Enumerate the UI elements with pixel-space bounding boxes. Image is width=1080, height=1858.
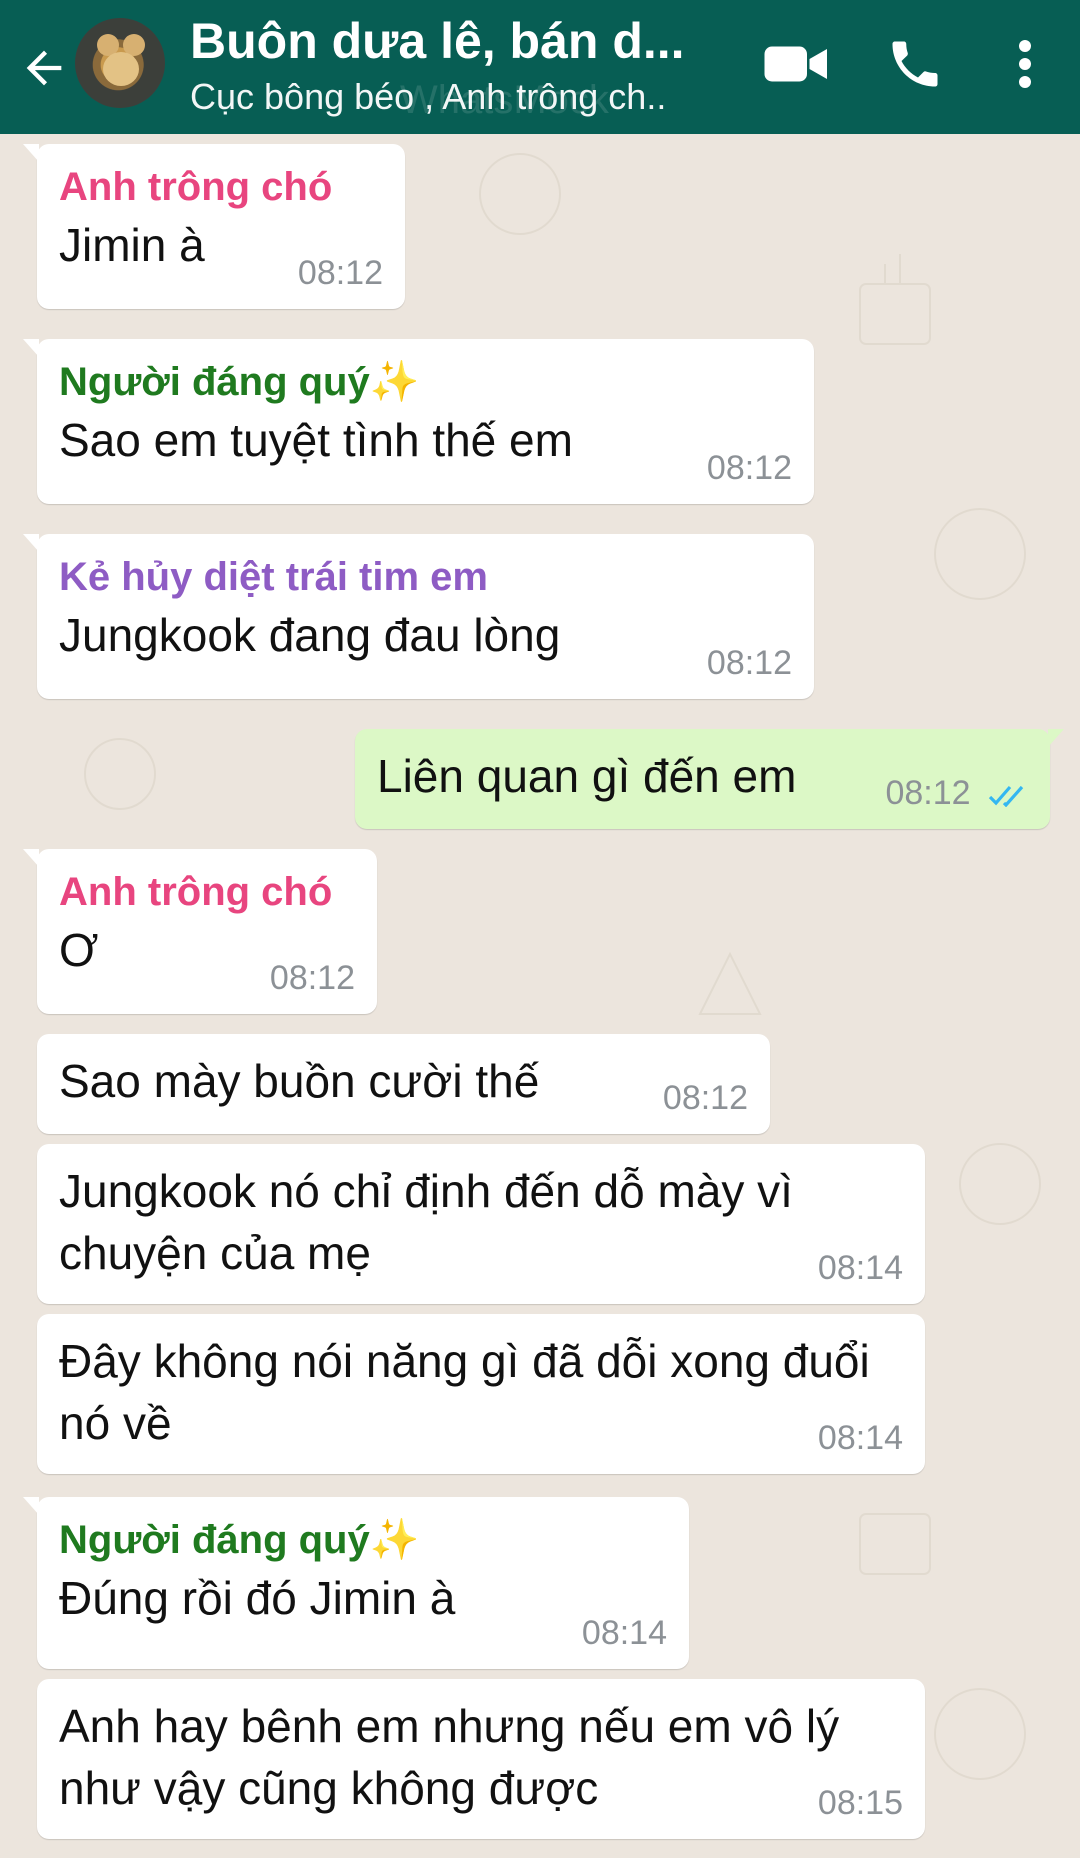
- message-time: 08:12: [269, 959, 355, 997]
- message-time-status: 08:12: [885, 774, 1028, 813]
- message-text: Sao em tuyệt tình thế em: [59, 414, 573, 466]
- message-bubble[interactable]: Sao mày buồn cười thế 08:12: [37, 1034, 770, 1134]
- message-bubble[interactable]: Người đáng quý✨ Sao em tuyệt tình thế em…: [23, 339, 814, 504]
- message-time: 08:12: [885, 774, 971, 812]
- message-time: 08:15: [817, 1784, 903, 1822]
- message-sender: Người đáng quý✨: [59, 360, 420, 404]
- message-bubble[interactable]: Kẻ hủy diệt trái tim em Jungkook đang đa…: [23, 534, 814, 699]
- message-bubble[interactable]: Anh trông chó Ơ 08:12: [23, 849, 377, 1014]
- message-bubble[interactable]: Đây không nói năng gì đã dỗi xong đuổi n…: [37, 1314, 925, 1474]
- message-bubble[interactable]: Anh hay bênh em nhưng nếu em vô lý như v…: [37, 1679, 925, 1839]
- more-options-icon[interactable]: [1010, 34, 1040, 94]
- message-time: 08:14: [581, 1614, 667, 1652]
- message-text: Jungkook nó chỉ định đến dỗ mày vì chuyệ…: [59, 1165, 793, 1279]
- message-bubble[interactable]: Người đáng quý✨ Đúng rồi đó Jimin à 08:1…: [23, 1497, 689, 1669]
- watermark: WhatsMock: [400, 78, 609, 122]
- chat-title[interactable]: Buôn dưa lê, bán d...: [190, 12, 685, 70]
- message-time: 08:12: [706, 449, 792, 487]
- message-time: 08:12: [662, 1079, 748, 1117]
- message-text: Anh hay bênh em nhưng nếu em vô lý như v…: [59, 1700, 840, 1814]
- message-time: 08:14: [817, 1249, 903, 1287]
- back-arrow-icon[interactable]: [18, 42, 70, 94]
- message-sender: Anh trông chó: [59, 870, 333, 914]
- chat-area[interactable]: Anh trông chó Jimin à 08:12 Người đáng q…: [0, 134, 1080, 1858]
- message-text: Đúng rồi đó Jimin à: [59, 1572, 456, 1624]
- outgoing-message-bubble[interactable]: Liên quan gì đến em 08:12: [355, 729, 1064, 829]
- message-text: Sao mày buồn cười thế: [59, 1055, 540, 1107]
- message-time: 08:12: [297, 254, 383, 292]
- double-check-icon: [988, 785, 1024, 808]
- message-bubble[interactable]: Anh trông chó Jimin à 08:12: [23, 144, 405, 309]
- chat-header: Buôn dưa lê, bán d... Cục bông béo , Anh…: [0, 0, 1080, 134]
- message-sender: Anh trông chó: [59, 165, 333, 209]
- message-text: Đây không nói năng gì đã dỗi xong đuổi n…: [59, 1335, 870, 1449]
- message-bubble[interactable]: Jungkook nó chỉ định đến dỗ mày vì chuyệ…: [37, 1144, 925, 1304]
- message-time: 08:12: [706, 644, 792, 682]
- video-call-icon[interactable]: [762, 34, 832, 94]
- phone-call-icon[interactable]: [885, 34, 945, 94]
- message-sender: Người đáng quý✨: [59, 1518, 420, 1562]
- group-avatar[interactable]: [75, 18, 165, 108]
- message-sender: Kẻ hủy diệt trái tim em: [59, 555, 488, 599]
- message-time: 08:14: [817, 1419, 903, 1457]
- message-text: Jungkook đang đau lòng: [59, 609, 561, 661]
